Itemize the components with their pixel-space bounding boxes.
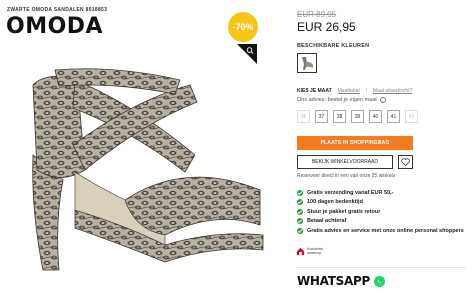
- current-price: EUR 26,95: [297, 20, 356, 34]
- size-table-link[interactable]: Maattabel: [338, 88, 360, 94]
- house-icon: [296, 247, 305, 256]
- size-option[interactable]: 41: [387, 110, 400, 123]
- whatsapp-label: WHATSAPP: [297, 274, 370, 288]
- sandal-thumbnail-icon: [302, 57, 313, 70]
- color-swatch-selected[interactable]: [297, 53, 317, 73]
- usp-text: Gratis advies en service met onze online…: [307, 227, 464, 234]
- size-advice: Ons advies: bestel je eigen maat i: [297, 97, 386, 103]
- usp-list: Gratis verzending vanaf EUR 50,- 100 dag…: [297, 188, 464, 236]
- size-label: KIES JE MAAT: [297, 88, 332, 94]
- thuiswinkel-logo[interactable]: thuiswinkel waarborg: [296, 247, 325, 256]
- usp-text: 100 dagen bedenktijd: [307, 199, 363, 206]
- divider: |: [365, 88, 367, 94]
- size-option[interactable]: 40: [369, 110, 382, 123]
- check-icon: [297, 227, 303, 234]
- whatsapp-section[interactable]: WHATSAPP: [297, 274, 385, 288]
- size-header: KIES JE MAAT Maattabel | Maat uitverkoch…: [297, 88, 412, 94]
- product-image[interactable]: [15, 60, 267, 280]
- usp-text: Gratis verzending vanaf EUR 50,-: [307, 189, 394, 196]
- colors-label: BESCHIKBARE KLEUREN: [297, 43, 370, 49]
- check-icon: [297, 218, 303, 225]
- thuiswinkel-text: thuiswinkel waarborg: [307, 246, 324, 255]
- list-item: Gratis advies en service met onze online…: [297, 226, 464, 236]
- list-item: Gratis verzending vanaf EUR 50,-: [297, 188, 464, 198]
- add-to-bag-button[interactable]: PLAATS IN SHOPPINGBAG: [297, 136, 413, 150]
- brand-name: OMODA: [6, 14, 104, 39]
- wishlist-button[interactable]: [398, 155, 413, 169]
- size-options: 36 37 38 39 40 41 42: [297, 110, 418, 123]
- check-icon: [297, 208, 303, 215]
- discount-badge: -70%: [228, 12, 258, 42]
- size-option[interactable]: 38: [333, 110, 346, 123]
- list-item: 100 dagen bedenktijd: [297, 198, 464, 208]
- size-sold-out-link[interactable]: Maat uitverkocht?: [373, 88, 412, 94]
- check-icon: [297, 199, 303, 206]
- info-icon[interactable]: i: [379, 97, 386, 103]
- list-item: Betaal achteraf: [297, 217, 464, 227]
- product-subtitle: ZWARTE OMODA SANDALEN 8018853: [7, 7, 108, 13]
- reserve-text: Reserveer direct in een van onze 25 wink…: [297, 173, 396, 179]
- section-divider: [296, 267, 466, 268]
- whatsapp-icon: [373, 275, 385, 287]
- size-option: 36: [297, 110, 310, 123]
- old-price: EUR 89,95: [297, 10, 337, 19]
- list-item: Stuur je pakket gratis retour: [297, 207, 464, 217]
- store-stock-button[interactable]: BEKIJK WINKELVOORRAAD: [297, 155, 393, 169]
- usp-text: Stuur je pakket gratis retour: [307, 208, 381, 215]
- heart-icon: [401, 158, 410, 166]
- check-icon: [297, 189, 303, 196]
- usp-text: Betaal achteraf: [307, 218, 347, 225]
- size-option[interactable]: 39: [351, 110, 364, 123]
- size-advice-text: Ons advies: bestel je eigen maat: [297, 97, 377, 103]
- size-option[interactable]: 37: [315, 110, 328, 123]
- size-option: 42: [405, 110, 418, 123]
